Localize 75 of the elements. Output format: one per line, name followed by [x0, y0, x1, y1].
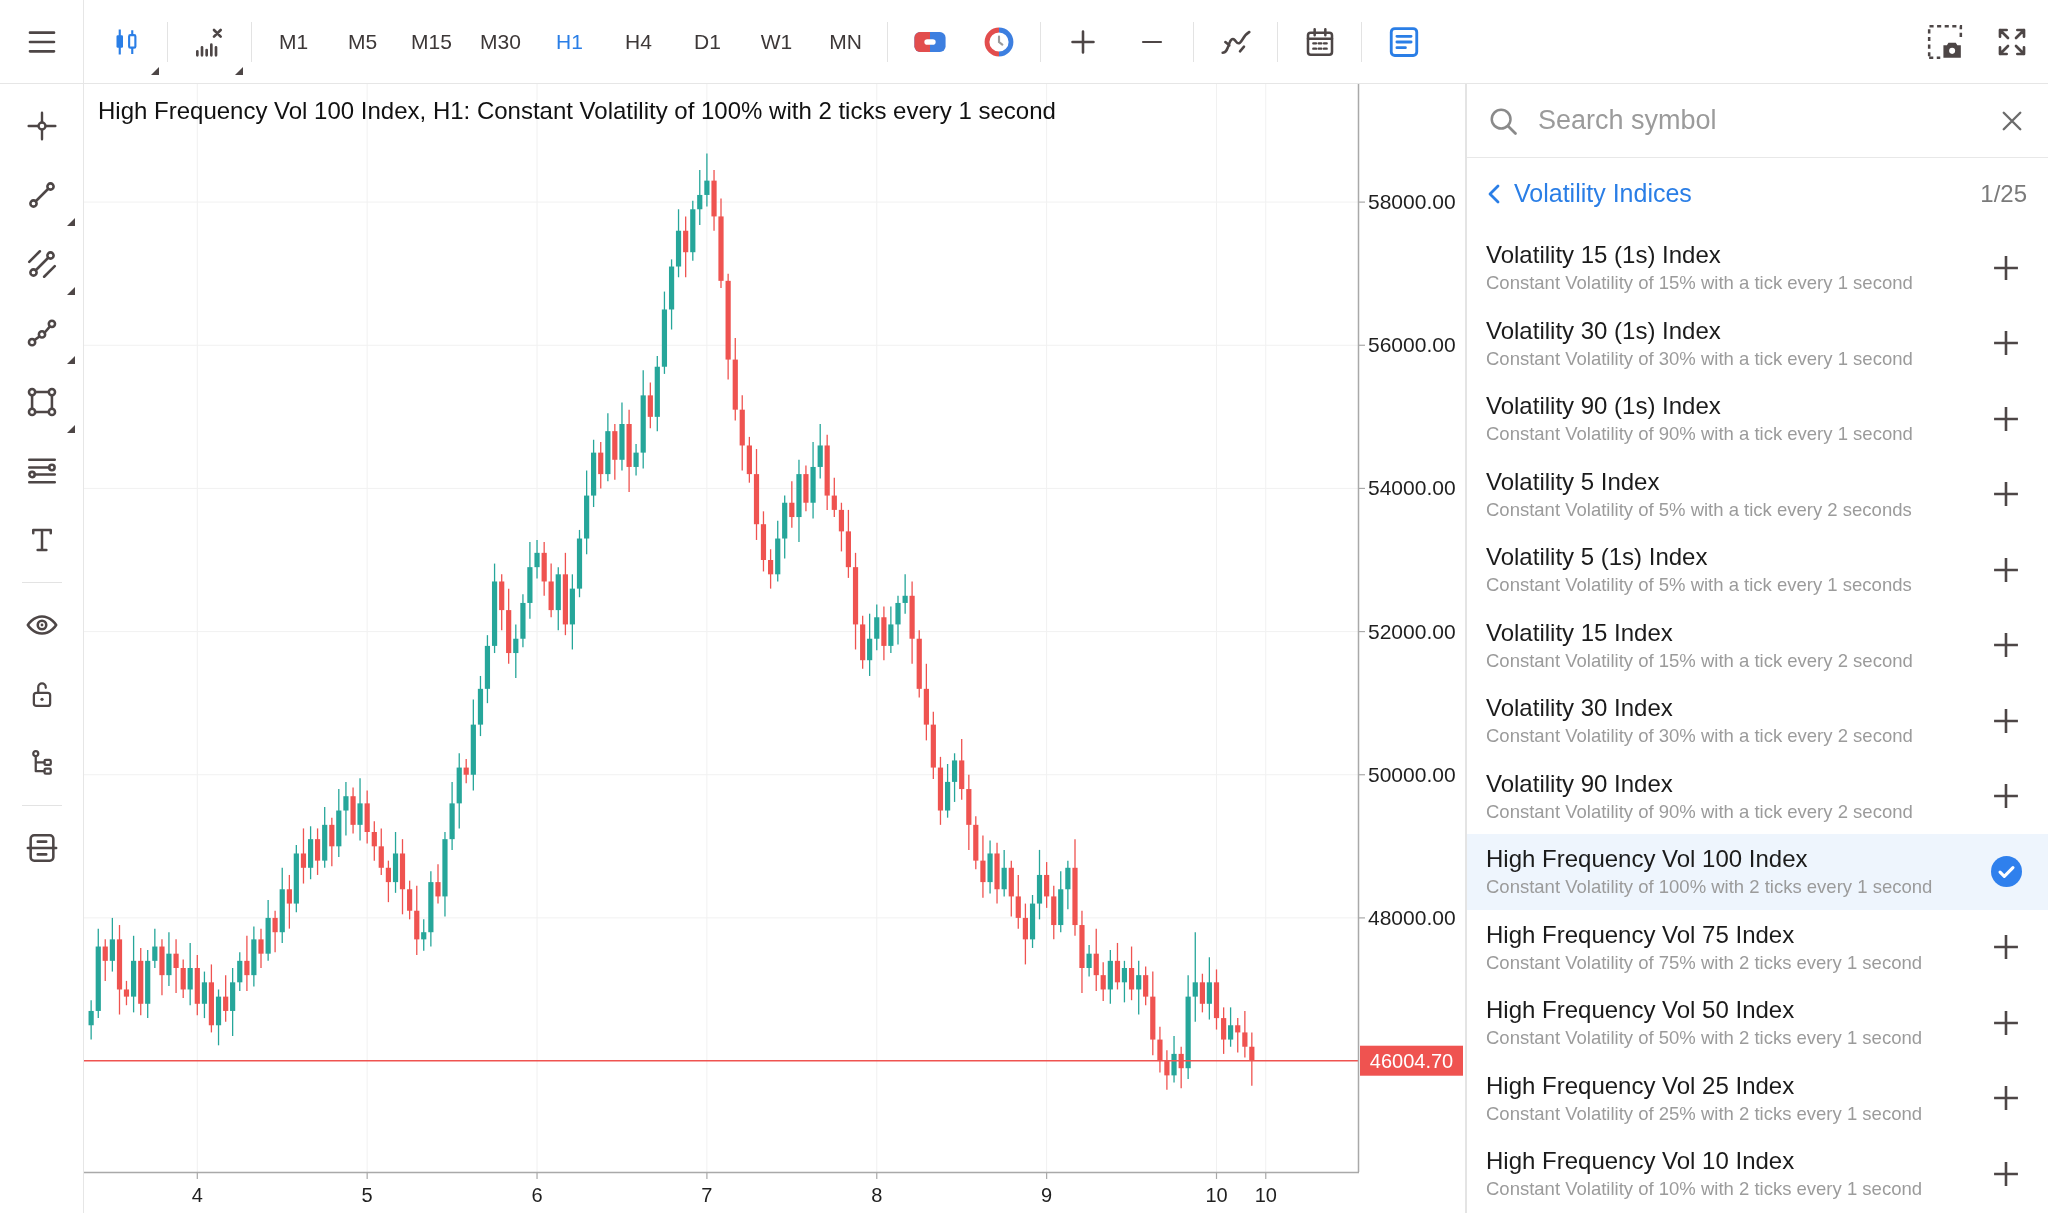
- symbol-name: Volatility 90 (1s) Index: [1486, 392, 1722, 420]
- timeframe-tab[interactable]: H4: [619, 14, 658, 69]
- plus-icon: [1993, 632, 2019, 659]
- camera-icon: [1925, 22, 1964, 61]
- time-axis-label: 4: [191, 1184, 203, 1206]
- symbol-name: Volatility 5 (1s) Index: [1486, 543, 1709, 571]
- symbol-row[interactable]: High Frequency Vol 100 Index Constant Volatility of 100% with 2 ticks every 1 second: [1467, 834, 2048, 910]
- plus-icon: [1993, 1160, 2019, 1187]
- symbol-description: Constant Volatility of 90% with a tick every 2 second: [1486, 799, 1914, 823]
- symbol-description: Constant Volatility of 30% with a tick every 2 second: [1486, 724, 1914, 748]
- symbol-name: High Frequency Vol 100 Index: [1486, 845, 1809, 873]
- plus-icon: [1068, 27, 1097, 56]
- plus-icon: [1993, 556, 2019, 583]
- time-axis-label: 8: [871, 1184, 883, 1206]
- page-counter: 1/25: [1980, 179, 2027, 209]
- symbol-description: Constant Volatility of 5% with a tick every 1 seconds: [1486, 573, 1913, 597]
- timeframe-tab[interactable]: M1: [272, 14, 315, 69]
- plus-icon: [1993, 330, 2019, 357]
- plus-icon: [1993, 1009, 2019, 1036]
- price-axis-label: 58000.00: [1368, 190, 1456, 214]
- symbol-name: Volatility 90 Index: [1486, 769, 1674, 797]
- symbol-description: Constant Volatility of 100% with 2 ticks every 1 second: [1486, 875, 1934, 899]
- price-axis-label: 48000.00: [1368, 905, 1456, 929]
- timeframe-tab[interactable]: D1: [688, 14, 727, 69]
- ring-icon: [982, 25, 1015, 58]
- symbol-name: High Frequency Vol 10 Index: [1486, 1147, 1796, 1175]
- timeframe-tab[interactable]: M5: [341, 14, 384, 69]
- symbol-description: Constant Volatility of 30% with a tick every 1 second: [1486, 346, 1914, 370]
- timeframe-tab[interactable]: W1: [754, 14, 799, 69]
- timeframe-tab[interactable]: MN: [823, 14, 868, 69]
- plus-icon: [1993, 1085, 2019, 1112]
- plus-icon: [1993, 481, 2019, 508]
- time-axis-label: 6: [531, 1184, 543, 1206]
- plus-icon: [1993, 707, 2019, 734]
- symbol-description: Constant Volatility of 5% with a tick every 2 seconds: [1486, 497, 1913, 521]
- check-circle-icon: [1990, 856, 2022, 888]
- back-link[interactable]: Volatility Indices: [1488, 175, 1692, 213]
- price-axis-label: 54000.00: [1368, 476, 1456, 500]
- plus-icon: [1993, 254, 2019, 281]
- price-axis-label: 50000.00: [1368, 762, 1456, 786]
- plus-icon: [1993, 405, 2019, 432]
- symbol-description: Constant Volatility of 10% with 2 ticks every 1 second: [1486, 1177, 1923, 1201]
- time-axis-label: 7: [701, 1184, 713, 1206]
- symbol-name: High Frequency Vol 75 Index: [1486, 920, 1796, 948]
- symbol-name: High Frequency Vol 25 Index: [1486, 1071, 1796, 1099]
- symbol-description: Constant Volatility of 25% with 2 ticks every 1 second: [1486, 1101, 1923, 1125]
- symbol-description: Constant Volatility of 15% with a tick every 1 second: [1486, 271, 1914, 295]
- price-axis-label: 52000.00: [1368, 619, 1456, 643]
- timeframe-tab[interactable]: M30: [474, 14, 527, 69]
- symbol-name: Volatility 30 (1s) Index: [1486, 316, 1722, 344]
- time-axis-label: 5: [361, 1184, 373, 1206]
- timeframe-tab[interactable]: M15: [405, 14, 458, 69]
- time-axis-label: 10: [1205, 1184, 1228, 1206]
- symbol-description: Constant Volatility of 75% with 2 ticks every 1 second: [1486, 950, 1923, 974]
- plus-icon: [1993, 783, 2019, 810]
- close-icon: [2001, 109, 2023, 132]
- symbol-description: Constant Volatility of 50% with 2 ticks every 1 second: [1486, 1026, 1923, 1050]
- symbol-name: High Frequency Vol 50 Index: [1486, 996, 1796, 1024]
- timeframe-tab[interactable]: H1: [550, 14, 589, 69]
- crosshair-icon: [25, 109, 58, 142]
- symbol-name: Volatility 30 Index: [1486, 694, 1674, 722]
- symbol-description: Constant Volatility of 15% with a tick every 2 second: [1486, 648, 1914, 672]
- symbol-name: Volatility 15 (1s) Index: [1486, 241, 1722, 269]
- time-axis-label: 10: [1254, 1184, 1277, 1206]
- price-axis-label: 56000.00: [1368, 333, 1456, 357]
- price-tag: 46004.70: [1360, 1045, 1463, 1076]
- search-field[interactable]: Search symbol: [1538, 95, 1996, 146]
- chevron-left-icon: [1488, 184, 1500, 204]
- symbol-description: Constant Volatility of 90% with a tick every 1 second: [1486, 422, 1914, 446]
- time-axis-label: 9: [1041, 1184, 1053, 1206]
- chart-title: High Frequency Vol 100 Index, H1: Constant Volatility of 100% with 2 ticks every 1 second: [98, 96, 1056, 126]
- plus-icon: [1993, 934, 2019, 961]
- symbol-name: Volatility 15 Index: [1486, 618, 1674, 646]
- ref-line-label: 46004.70: [1369, 1049, 1454, 1072]
- symbol-name: Volatility 5 Index: [1486, 467, 1661, 495]
